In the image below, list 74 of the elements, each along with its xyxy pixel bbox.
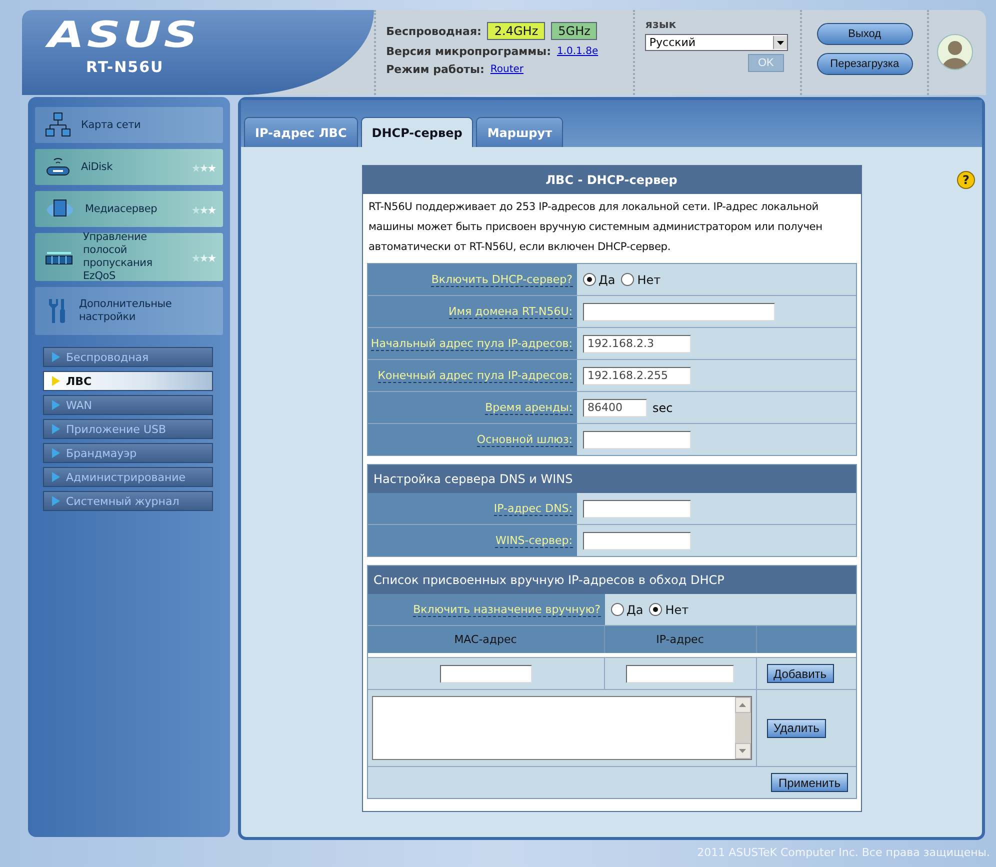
field-label: WINS-сервер: [495,534,572,548]
triangle-icon [52,496,60,506]
tab[interactable]: DHCP-сервер [360,117,474,147]
input-field[interactable] [440,664,532,682]
section-title: Список присвоенных вручную IP-адресов в обход DHCP [368,566,856,594]
radio-button[interactable] [582,273,596,286]
unit-label: sec [652,400,673,414]
triangle-icon [52,400,60,410]
copyright-text: 2011 ASUSTeK Computer Inc. Все права защищены. [696,845,991,859]
mode-link[interactable]: Router [490,64,524,75]
band-indicator: 2.4GHz [487,22,546,40]
stars-icon [191,204,217,214]
sidebar-item[interactable]: Медиасервер [35,191,223,227]
radio-button[interactable] [649,603,662,616]
model-name: RT-N56U [86,58,164,76]
input-field[interactable]: 86400 [582,398,646,416]
network-icon [45,112,71,138]
section-title: Настройка сервера DNS и WINS [368,465,856,493]
sidebar-item[interactable]: AiDisk [35,149,223,185]
sidebar-item[interactable]: Карта сети [35,107,223,143]
add-button[interactable]: Добавить [766,664,834,683]
field-label: Время аренды: [485,400,572,414]
column-header: IP-адрес [604,626,756,653]
firmware-link[interactable]: 1.0.1.8e [556,46,598,57]
info-label: Версия микропрограммы: [386,45,551,58]
dropdown-icon [777,40,784,44]
radio-button[interactable] [610,603,624,616]
stars-icon [191,252,217,262]
radio-option[interactable]: Да [582,272,616,286]
input-field[interactable] [626,664,734,682]
form-title: ЛВС - DHCP-сервер [362,166,860,194]
field-label: Конечный адрес пула IP-адресов: [378,368,572,382]
triangle-icon [52,472,60,482]
stars-icon [191,162,217,172]
scroll-down-icon[interactable] [739,749,746,753]
field-label: IP-адрес DNS: [494,502,572,516]
field-label: Имя домена RT-N56U: [448,304,572,318]
field-label: Начальный адрес пула IP-адресов: [370,336,572,350]
triangle-icon [52,424,60,434]
input-field[interactable] [582,430,690,448]
radio-button[interactable] [621,273,634,286]
column-header: MAC-адрес [368,626,604,653]
input-field[interactable]: 192.168.2.3 [582,334,690,352]
input-field[interactable]: 192.168.2.255 [582,366,690,384]
triangle-icon [52,448,60,458]
submenu-item[interactable]: ЛВС [43,371,213,391]
field-label: Включить DHCP-сервер? [431,272,572,286]
sidebar-item[interactable]: Управление полосой пропускания EzQoS [35,233,223,281]
language-label: язык [645,18,676,31]
radio-option[interactable]: Нет [621,272,661,286]
triangle-icon [52,352,60,362]
info-label: Беспроводная: [386,24,482,38]
info-label: Режим работы: [386,63,484,76]
delete-button[interactable]: Удалить [766,718,826,738]
language-select[interactable]: Русский [645,34,788,51]
apply-button[interactable]: Применить [771,773,848,792]
input-field[interactable] [582,500,690,518]
scroll-up-icon[interactable] [739,703,746,707]
reboot-button[interactable]: Перезагрузка [816,53,913,75]
description: RT-N56U поддерживает до 253 IP-адресов для локальной сети. IP-адрес локальной машины может быть присвоен вручную системным администратором или получен автоматически от RT-N56U, если включен DHCP-сервер. [368,200,824,255]
radio-option[interactable]: Да [610,602,644,616]
band-indicator: 5GHz [551,22,598,40]
help-icon[interactable]: ? [957,171,975,189]
field-label: Основной шлюз: [476,432,572,446]
input-field[interactable] [582,302,774,320]
scrollbar[interactable] [734,697,750,759]
input-field[interactable] [582,532,690,550]
field-label: Включить назначение вручную? [413,602,600,616]
avatar-icon [937,34,974,70]
sidebar-item[interactable]: Дополнительные настройки [35,287,223,335]
list-area[interactable] [372,696,752,760]
radio-option[interactable]: Нет [649,602,689,616]
logout-button[interactable]: Выход [816,23,913,45]
triangle-icon [52,376,60,386]
